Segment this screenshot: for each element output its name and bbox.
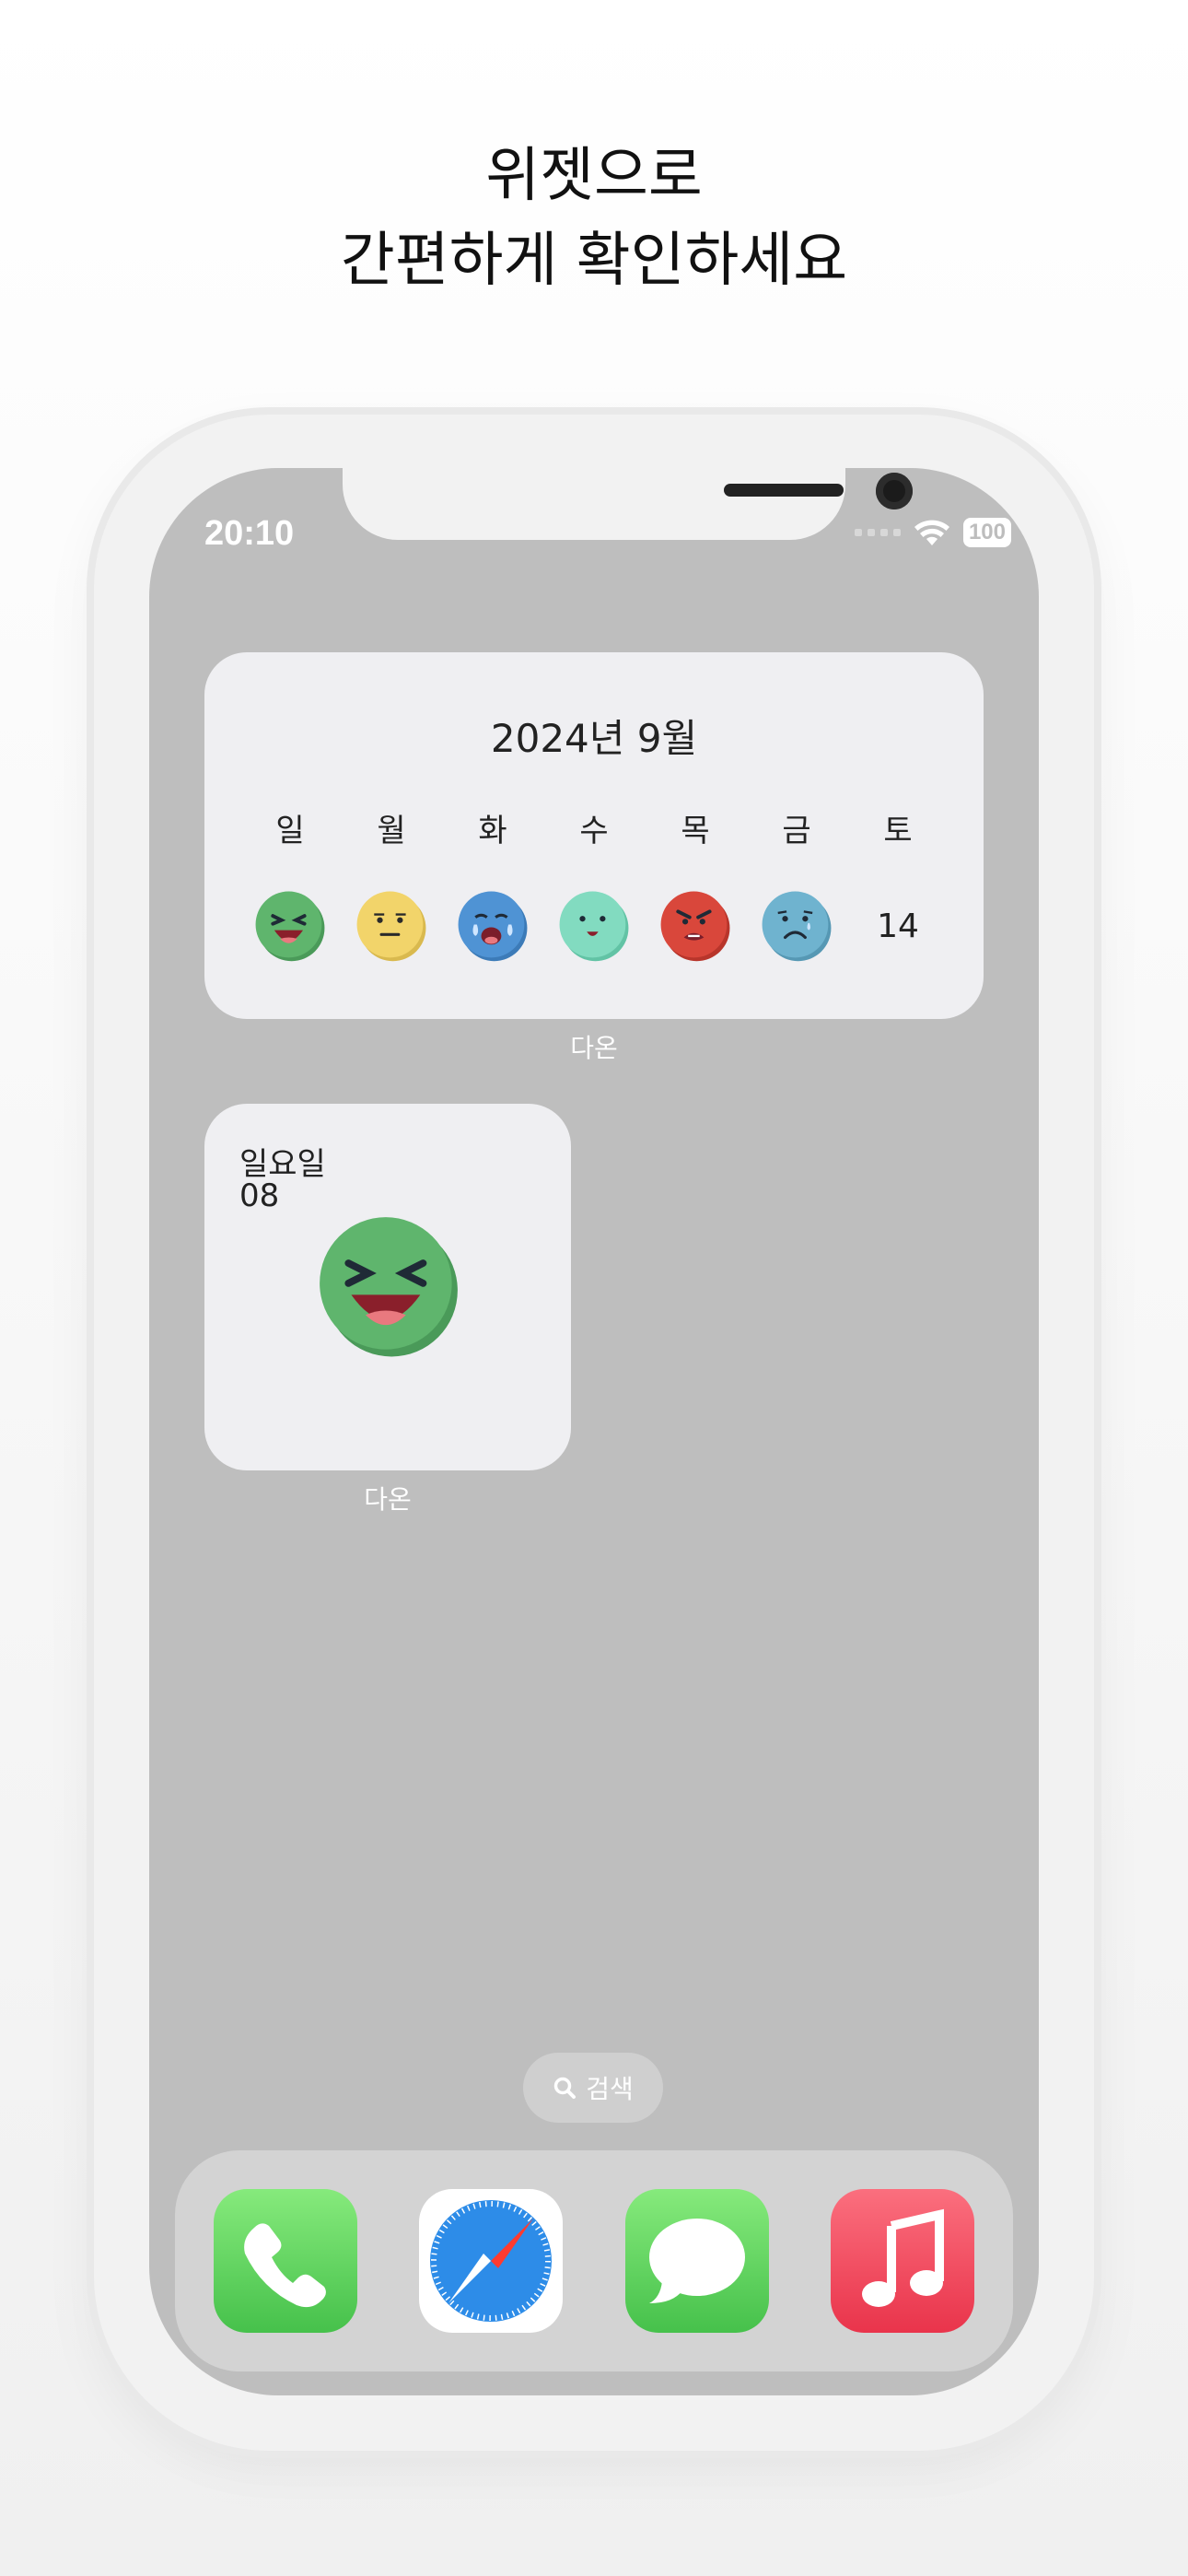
music-note-icon bbox=[862, 2208, 944, 2307]
speech-bubble-icon bbox=[649, 2219, 745, 2303]
safari-app-icon[interactable] bbox=[419, 2189, 563, 2333]
day-cell[interactable] bbox=[746, 890, 847, 962]
front-camera bbox=[876, 473, 913, 509]
crying-face-icon bbox=[458, 891, 528, 962]
weekday-label: 수 bbox=[579, 813, 609, 849]
widget-caption: 다온 bbox=[364, 1484, 412, 1515]
compass-icon bbox=[430, 2200, 552, 2322]
weekday-label: 일 bbox=[275, 813, 305, 849]
music-app-icon[interactable] bbox=[831, 2189, 974, 2333]
headline-line-1: 위젯으로 bbox=[485, 142, 703, 210]
weekday-label: 토 bbox=[883, 813, 913, 849]
phone-app-icon[interactable] bbox=[214, 2189, 357, 2333]
day-cell[interactable] bbox=[239, 890, 341, 962]
weekday-label: 화 bbox=[478, 813, 507, 849]
calendar-title: 2024년 9월 bbox=[490, 716, 698, 761]
search-label: 검색 bbox=[586, 2074, 634, 2104]
day-cell[interactable] bbox=[645, 890, 746, 962]
sad-face-icon bbox=[762, 891, 832, 962]
day-cell[interactable]: 14 bbox=[847, 890, 949, 962]
day-cell[interactable] bbox=[442, 890, 543, 962]
status-indicators: 100 bbox=[854, 518, 1011, 547]
day-number: 08 bbox=[239, 1177, 280, 1214]
headline-line-2: 간편하게 확인하세요 bbox=[340, 227, 848, 295]
speaker bbox=[724, 484, 844, 497]
day-number: 14 bbox=[877, 907, 919, 945]
laughing-face-icon bbox=[320, 1217, 458, 1357]
status-time: 20:10 bbox=[204, 514, 295, 553]
spotlight-search-button[interactable]: 검색 bbox=[523, 2053, 663, 2123]
battery-indicator: 100 bbox=[962, 518, 1011, 547]
neutral-face-icon bbox=[356, 891, 426, 962]
messages-app-icon[interactable] bbox=[625, 2189, 769, 2333]
phone-handset-icon bbox=[244, 2223, 326, 2308]
day-cell[interactable] bbox=[341, 890, 442, 962]
day-cell[interactable] bbox=[543, 890, 645, 962]
search-icon bbox=[553, 2077, 577, 2099]
cellular-signal-icon bbox=[854, 529, 901, 536]
laughing-face-icon bbox=[255, 891, 325, 962]
weekday-label: 금 bbox=[782, 813, 811, 849]
smiling-face-icon bbox=[559, 891, 629, 962]
daily-mood-widget[interactable]: 일요일 08 bbox=[204, 1104, 571, 1470]
angry-face-icon bbox=[660, 891, 730, 962]
weekday-label: 월 bbox=[377, 813, 406, 849]
wifi-icon bbox=[914, 520, 949, 545]
headline: 위젯으로 간편하게 확인하세요 bbox=[0, 134, 1188, 303]
dock bbox=[175, 2150, 1013, 2371]
mood-row: 14 bbox=[239, 890, 949, 962]
monthly-calendar-widget[interactable]: 2024년 9월 일 월 화 수 목 금 토 14 bbox=[204, 652, 984, 1019]
weekday-label: 목 bbox=[681, 813, 710, 849]
weekday-row: 일 월 화 수 목 금 토 bbox=[239, 805, 949, 850]
home-screen: 20:10 100 2024년 9월 일 월 화 수 목 금 토 14 다온 일… bbox=[149, 468, 1039, 2395]
notch bbox=[343, 468, 913, 540]
widget-caption: 다온 bbox=[570, 1033, 618, 1063]
